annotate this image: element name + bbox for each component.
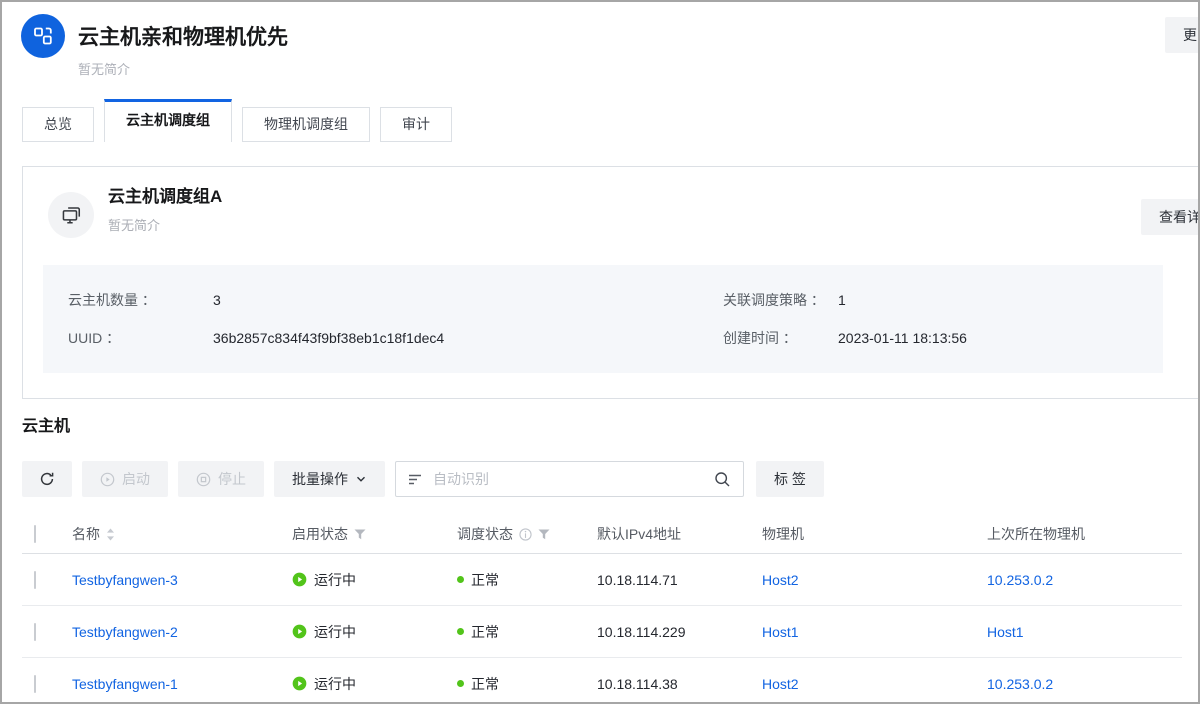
vm-search-box[interactable] (395, 461, 744, 497)
chevron-down-icon (355, 473, 367, 485)
uuid-label: UUID ： (68, 328, 213, 348)
vm-toolbar: 启动 停止 批量操作 (22, 461, 834, 497)
enable-state-text: 运行中 (314, 570, 356, 590)
create-time-label: 创建时间 ： (723, 328, 838, 348)
column-host: 物理机 (762, 526, 804, 542)
row-checkbox[interactable] (34, 675, 36, 693)
host-link[interactable]: Host1 (762, 624, 799, 640)
running-status-icon (292, 624, 307, 639)
batch-actions-label: 批量操作 (292, 469, 348, 489)
host-link[interactable]: Host2 (762, 572, 799, 588)
column-last-host: 上次所在物理机 (987, 526, 1085, 542)
policy-count-label: 关联调度策略 ： (723, 290, 838, 310)
column-enable-state: 启用状态 (292, 524, 348, 544)
tag-label: 标 签 (774, 469, 806, 489)
vm-ip: 10.18.114.229 (597, 624, 686, 640)
enable-state-text: 运行中 (314, 622, 356, 642)
running-status-icon (292, 676, 307, 691)
host-link[interactable]: Host2 (762, 676, 799, 692)
vm-name-link[interactable]: Testbyfangwen-1 (72, 676, 178, 692)
page-subtitle: 暂无简介 (78, 59, 130, 78)
table-row: Testbyfangwen-1 运行中 (22, 658, 1182, 704)
table-header-row: 名称 启用状态 (22, 515, 1182, 554)
start-vm-button[interactable]: 启动 (82, 461, 168, 497)
vm-ip: 10.18.114.38 (597, 676, 678, 692)
normal-status-dot (457, 628, 464, 635)
play-circle-icon (100, 472, 115, 487)
group-detail-card: 云主机调度组A 暂无简介 查看详情 云主机数量 ： 3 关联调度策略 ： 1 U… (22, 166, 1200, 399)
vm-count-label: 云主机数量 ： (68, 290, 213, 310)
stop-circle-icon (196, 472, 211, 487)
last-host-link[interactable]: 10.253.0.2 (987, 572, 1053, 588)
vm-search-input[interactable] (431, 470, 714, 488)
scheduling-group-page: 云主机亲和物理机优先 暂无简介 更多操作 总览 云主机调度组 物理机调度组 审计… (0, 0, 1200, 704)
column-sched-state: 调度状态 (457, 524, 513, 544)
sched-state-text: 正常 (471, 570, 499, 590)
tag-button[interactable]: 标 签 (756, 461, 824, 497)
tab-vm-scheduling-group[interactable]: 云主机调度组 (104, 99, 232, 142)
stop-vm-label: 停止 (218, 469, 246, 489)
table-row: Testbyfangwen-3 运行中 (22, 554, 1182, 606)
normal-status-dot (457, 680, 464, 687)
scheduling-group-icon (31, 24, 55, 48)
last-host-link[interactable]: 10.253.0.2 (987, 676, 1053, 692)
column-name[interactable]: 名称 (72, 524, 100, 544)
vm-name-link[interactable]: Testbyfangwen-2 (72, 624, 178, 640)
more-actions-button[interactable]: 更多操作 (1165, 17, 1200, 53)
vm-monitor-icon (60, 204, 83, 227)
sched-state-text: 正常 (471, 674, 499, 694)
group-name: 云主机调度组A (108, 182, 222, 207)
group-logo (21, 14, 65, 58)
tab-overview[interactable]: 总览 (22, 107, 94, 142)
batch-actions-button[interactable]: 批量操作 (274, 461, 385, 497)
row-checkbox[interactable] (34, 623, 36, 641)
start-vm-label: 启动 (122, 469, 150, 489)
select-all-checkbox[interactable] (34, 525, 36, 543)
sort-icon[interactable] (106, 528, 115, 541)
tab-bar: 总览 云主机调度组 物理机调度组 审计 (22, 99, 452, 142)
vm-section-title: 云主机 (22, 412, 70, 436)
group-info-panel: 云主机数量 ： 3 关联调度策略 ： 1 UUID ： 36b2857c834f… (43, 265, 1163, 373)
normal-status-dot (457, 576, 464, 583)
enable-state-text: 运行中 (314, 674, 356, 694)
tab-audit[interactable]: 审计 (380, 107, 452, 142)
vm-ip: 10.18.114.71 (597, 572, 678, 588)
filter-lines-icon (408, 473, 422, 486)
row-checkbox[interactable] (34, 571, 36, 589)
refresh-icon (39, 471, 55, 487)
last-host-link[interactable]: Host1 (987, 624, 1024, 640)
search-icon[interactable] (714, 471, 731, 488)
vm-count-value: 3 (213, 290, 723, 310)
refresh-button[interactable] (22, 461, 72, 497)
vm-table: 名称 启用状态 (22, 515, 1182, 704)
filter-funnel-icon[interactable] (538, 529, 550, 540)
group-avatar (48, 192, 94, 238)
stop-vm-button[interactable]: 停止 (178, 461, 264, 497)
vm-name-link[interactable]: Testbyfangwen-3 (72, 572, 178, 588)
view-detail-button[interactable]: 查看详情 (1141, 199, 1200, 235)
column-ip: 默认IPv4地址 (597, 526, 681, 542)
page-title: 云主机亲和物理机优先 (78, 21, 288, 51)
uuid-value: 36b2857c834f43f9bf38eb1c18f1dec4 (213, 328, 723, 348)
table-row: Testbyfangwen-2 运行中 (22, 606, 1182, 658)
policy-count-value: 1 (838, 290, 1163, 310)
info-icon[interactable] (519, 528, 532, 541)
tab-host-scheduling-group[interactable]: 物理机调度组 (242, 107, 370, 142)
running-status-icon (292, 572, 307, 587)
filter-funnel-icon[interactable] (354, 529, 366, 540)
sched-state-text: 正常 (471, 622, 499, 642)
create-time-value: 2023-01-11 18:13:56 (838, 328, 1163, 348)
group-description: 暂无简介 (108, 215, 160, 234)
